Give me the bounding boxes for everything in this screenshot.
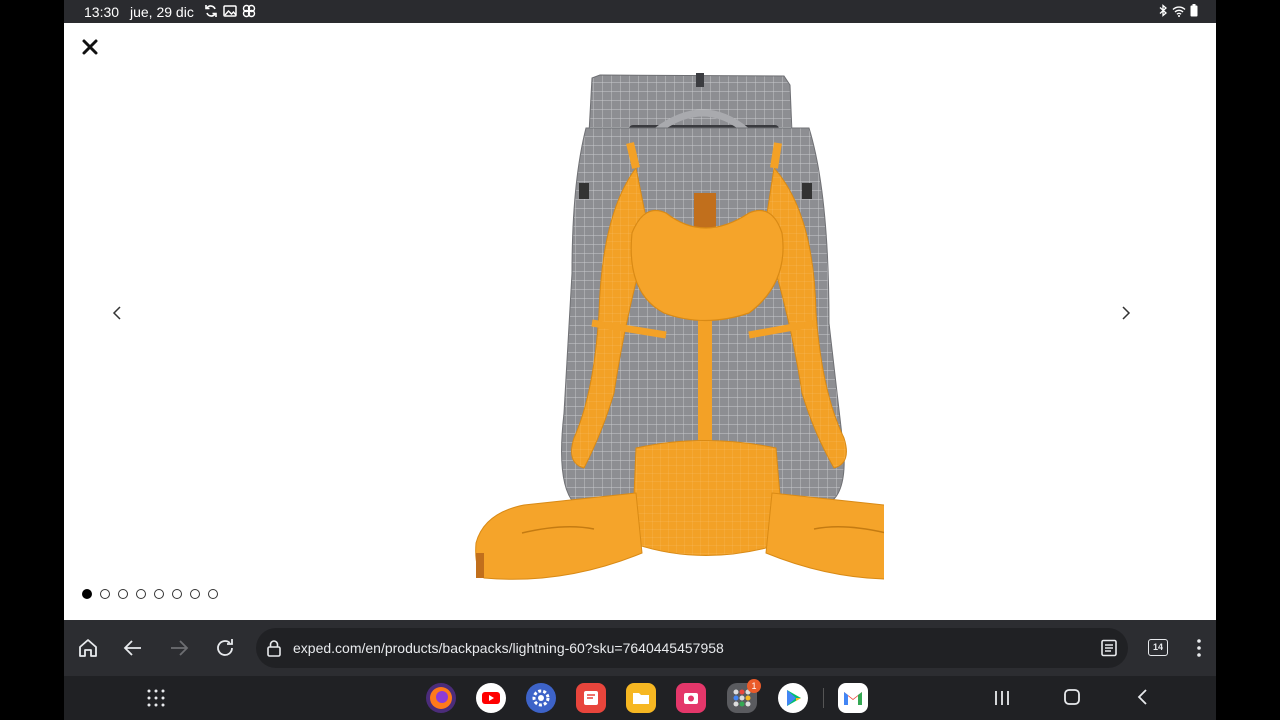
camera-icon[interactable] — [676, 683, 706, 713]
battery-icon — [1190, 4, 1198, 17]
settings-icon[interactable] — [526, 683, 556, 713]
screen: 13:30 jue, 29 dic exped.com/en/products/… — [64, 0, 1216, 720]
tab-count-button[interactable]: 14 — [1148, 639, 1168, 656]
my-files-icon[interactable] — [626, 683, 656, 713]
close-icon[interactable] — [80, 37, 100, 57]
chevron-left-icon[interactable] — [109, 303, 125, 323]
pagination-dot[interactable] — [100, 589, 110, 599]
address-bar[interactable]: exped.com/en/products/backpacks/lightnin… — [256, 628, 1128, 668]
chevron-right-icon[interactable] — [1118, 303, 1134, 323]
back-nav-icon[interactable] — [1134, 688, 1152, 706]
notes-icon[interactable] — [576, 683, 606, 713]
pagination-dot[interactable] — [118, 589, 128, 599]
youtube-icon[interactable] — [476, 683, 506, 713]
back-arrow-icon[interactable] — [121, 636, 145, 660]
gmail-icon[interactable] — [838, 683, 868, 713]
status-system-icons — [1158, 4, 1198, 17]
dock-divider — [823, 688, 824, 708]
product-image-backpack — [475, 73, 884, 580]
pagination-dot[interactable] — [136, 589, 146, 599]
play-store-icon[interactable] — [778, 683, 808, 713]
firefox-icon[interactable] — [426, 683, 456, 713]
pagination-dot[interactable] — [190, 589, 200, 599]
pagination-dot[interactable] — [154, 589, 164, 599]
browser-toolbar: exped.com/en/products/backpacks/lightnin… — [64, 620, 1216, 676]
status-time: 13:30 — [84, 4, 120, 20]
status-notification-icons — [204, 4, 256, 18]
pagination-dot[interactable] — [172, 589, 182, 599]
gallery-icon — [223, 5, 237, 17]
home-nav-icon[interactable] — [1063, 688, 1081, 706]
pagination-dot[interactable] — [208, 589, 218, 599]
more-menu-icon[interactable] — [1187, 636, 1211, 660]
sync-icon — [205, 5, 217, 17]
home-icon[interactable] — [76, 636, 100, 660]
system-dock: 1 — [64, 676, 1216, 720]
lock-icon — [267, 640, 281, 657]
wifi-icon — [1172, 5, 1186, 17]
bluetooth-icon — [1159, 4, 1167, 17]
app-drawer-icon[interactable] — [146, 688, 166, 708]
forward-arrow-icon[interactable] — [167, 636, 191, 660]
reload-icon[interactable] — [213, 636, 237, 660]
recent-apps-icon[interactable] — [992, 689, 1012, 707]
reader-mode-icon[interactable] — [1100, 639, 1118, 657]
pagination-dot[interactable] — [82, 589, 92, 599]
image-pagination — [82, 589, 218, 599]
image-viewer — [64, 23, 1216, 620]
apps-folder-icon[interactable]: 1 — [727, 679, 761, 713]
status-bar: 13:30 jue, 29 dic — [64, 0, 1216, 23]
notification-badge: 1 — [747, 679, 761, 693]
url-text: exped.com/en/products/backpacks/lightnin… — [293, 640, 724, 656]
status-date: jue, 29 dic — [130, 4, 194, 20]
pinwheel-icon — [242, 4, 256, 18]
